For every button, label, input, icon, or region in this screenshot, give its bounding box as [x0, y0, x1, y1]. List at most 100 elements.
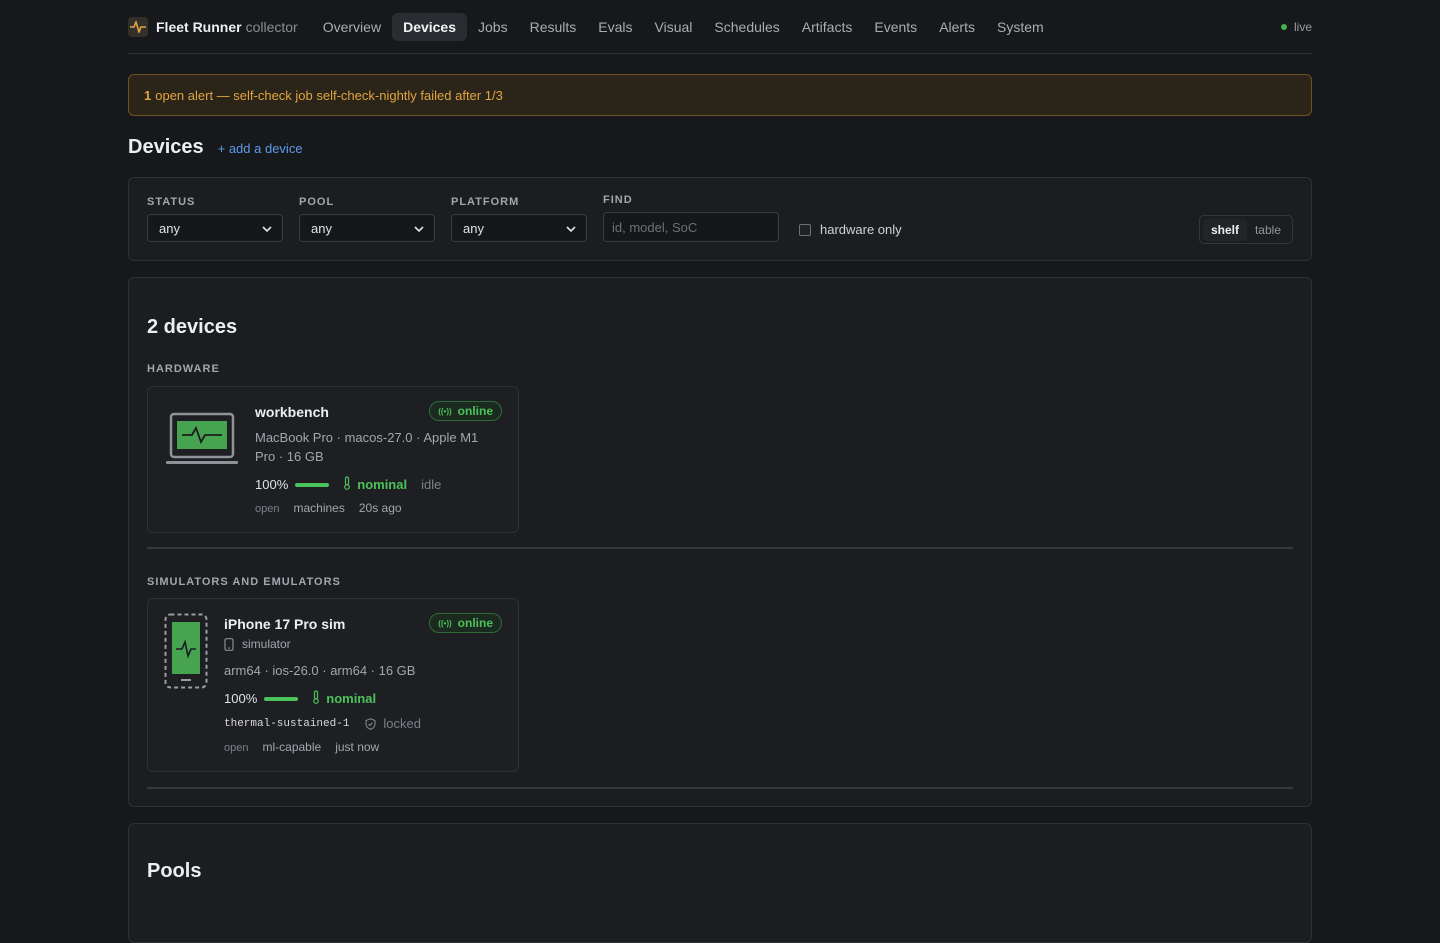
page-header: Devices + add a device — [128, 136, 1312, 159]
device-card-workbench[interactable]: workbench ((•)) online MacBook Pro · mac… — [147, 386, 519, 533]
view-table-button[interactable]: table — [1247, 219, 1289, 241]
device-name[interactable]: iPhone 17 Pro sim — [224, 616, 345, 632]
nav-item-system[interactable]: System — [986, 13, 1055, 41]
device-tags: open machines 20s ago — [255, 501, 416, 515]
status-filter-label: STATUS — [147, 196, 196, 208]
status-badge-label: online — [457, 404, 493, 418]
phone-icon — [224, 638, 234, 651]
platform-filter-label: PLATFORM — [451, 196, 520, 208]
section-divider — [147, 547, 1293, 549]
filter-panel: STATUS any POOL any PLATFORM any FIND id… — [128, 177, 1312, 261]
status-badge: ((•)) online — [429, 613, 502, 633]
platform-select-value: any — [463, 220, 484, 236]
device-count-title: 2 devices — [147, 316, 238, 338]
device-meta: arm64 · ios-26.0 · arm64 · 16 GB — [224, 663, 416, 678]
nav-item-overview[interactable]: Overview — [312, 13, 392, 41]
last-seen: 20s ago — [358, 501, 402, 515]
signal-icon: ((•)) — [438, 618, 452, 628]
battery-percent: 100% — [255, 477, 289, 492]
device-meta-line2: Pro · 16 GB — [255, 449, 324, 464]
platform-filter: PLATFORM any — [451, 196, 587, 242]
device-meta-line1: MacBook Pro · macos-27.0 · Apple M1 — [255, 430, 479, 445]
status-select[interactable]: any — [147, 214, 283, 242]
chevron-down-icon — [414, 221, 424, 236]
device-stats: 100% nominal — [224, 690, 390, 707]
pulse-logo-icon — [128, 16, 148, 37]
device-card-iphone[interactable]: iPhone 17 Pro sim ((•)) online simulator… — [147, 598, 519, 772]
pool-tag: ml-capable — [262, 740, 322, 754]
status-select-value: any — [159, 220, 180, 236]
pool-tag: machines — [293, 501, 345, 515]
battery-percent: 100% — [224, 691, 258, 706]
nav-item-events[interactable]: Events — [863, 13, 928, 41]
battery-bar — [295, 482, 330, 487]
pool-filter-label: POOL — [299, 196, 335, 208]
find-filter-label: FIND — [603, 194, 633, 206]
device-meta: MacBook Pro · macos-27.0 · Apple M1 Pro … — [255, 428, 505, 466]
status-filter: STATUS any — [147, 196, 283, 242]
nav-item-jobs[interactable]: Jobs — [467, 13, 519, 41]
pools-panel: Pools — [128, 823, 1312, 943]
device-stats: 100% nominal idle — [255, 476, 441, 493]
hardware-only-toggle[interactable]: hardware only — [799, 222, 902, 237]
device-kind: simulator — [224, 635, 291, 654]
laptop-icon — [166, 411, 238, 468]
platform-select[interactable]: any — [451, 214, 587, 242]
section-divider — [147, 787, 1293, 789]
device-kind-label: simulator — [242, 637, 291, 651]
thermal-state: nominal — [357, 477, 408, 492]
nav-item-results[interactable]: Results — [519, 13, 588, 41]
view-shelf-button[interactable]: shelf — [1202, 218, 1247, 241]
thermometer-icon — [312, 690, 320, 707]
hardware-only-checkbox[interactable] — [799, 223, 811, 236]
alert-count: 1 — [144, 87, 152, 103]
nav-item-artifacts[interactable]: Artifacts — [791, 13, 864, 41]
thermometer-icon — [343, 476, 351, 493]
live-indicator: live — [1280, 19, 1312, 34]
device-job-row: thermal-sustained-1 locked — [224, 716, 421, 731]
chevron-down-icon — [566, 221, 576, 236]
current-job[interactable]: thermal-sustained-1 — [224, 718, 349, 730]
alert-text: open alert — self-check job self-check-n… — [155, 87, 503, 103]
lock-state-label: locked — [383, 716, 421, 731]
nav-item-alerts[interactable]: Alerts — [928, 13, 986, 41]
hardware-only-label: hardware only — [820, 222, 902, 237]
pool-filter: POOL any — [299, 196, 435, 242]
main-nav: Overview Devices Jobs Results Evals Visual Sch… — [312, 12, 1055, 41]
simulators-section-label: SIMULATORS AND EMULATORS — [147, 576, 341, 588]
device-state: idle — [421, 477, 442, 492]
live-label: live — [1293, 19, 1312, 34]
page-title: Devices — [128, 136, 204, 158]
signal-icon: ((•)) — [438, 406, 452, 416]
pools-title: Pools — [147, 860, 202, 882]
alert-banner[interactable]: 1 open alert — self-check job self-check… — [128, 74, 1312, 116]
status-badge: ((•)) online — [429, 401, 502, 421]
access-tag: open — [255, 503, 280, 515]
pool-select[interactable]: any — [299, 214, 435, 242]
find-input[interactable] — [603, 212, 779, 242]
hardware-section-label: HARDWARE — [147, 363, 220, 375]
nav-item-schedules[interactable]: Schedules — [703, 13, 790, 41]
brand-name: Fleet Runner — [156, 18, 242, 35]
shield-icon — [365, 717, 376, 730]
device-tags: open ml-capable just now — [224, 740, 393, 754]
nav-item-visual[interactable]: Visual — [644, 13, 704, 41]
chevron-down-icon — [262, 221, 272, 236]
pool-select-value: any — [311, 220, 332, 236]
nav-item-devices[interactable]: Devices — [392, 12, 468, 41]
view-toggle: shelf table — [1198, 215, 1293, 244]
thermal-state: nominal — [326, 691, 377, 706]
device-name[interactable]: workbench — [255, 404, 329, 420]
phone-simulator-icon — [164, 613, 208, 692]
live-dot-icon — [1280, 23, 1287, 30]
status-badge-label: online — [457, 616, 493, 630]
nav-item-evals[interactable]: Evals — [587, 13, 643, 41]
top-nav-bar: Fleet Runner collector Overview Devices Jo… — [128, 0, 1312, 54]
battery-bar — [264, 696, 299, 701]
brand[interactable]: Fleet Runner collector — [128, 16, 298, 37]
last-seen: just now — [335, 740, 380, 754]
find-filter: FIND — [603, 194, 779, 242]
access-tag: open — [224, 742, 249, 754]
add-device-link[interactable]: + add a device — [218, 141, 303, 156]
brand-subtitle: collector — [245, 18, 298, 35]
